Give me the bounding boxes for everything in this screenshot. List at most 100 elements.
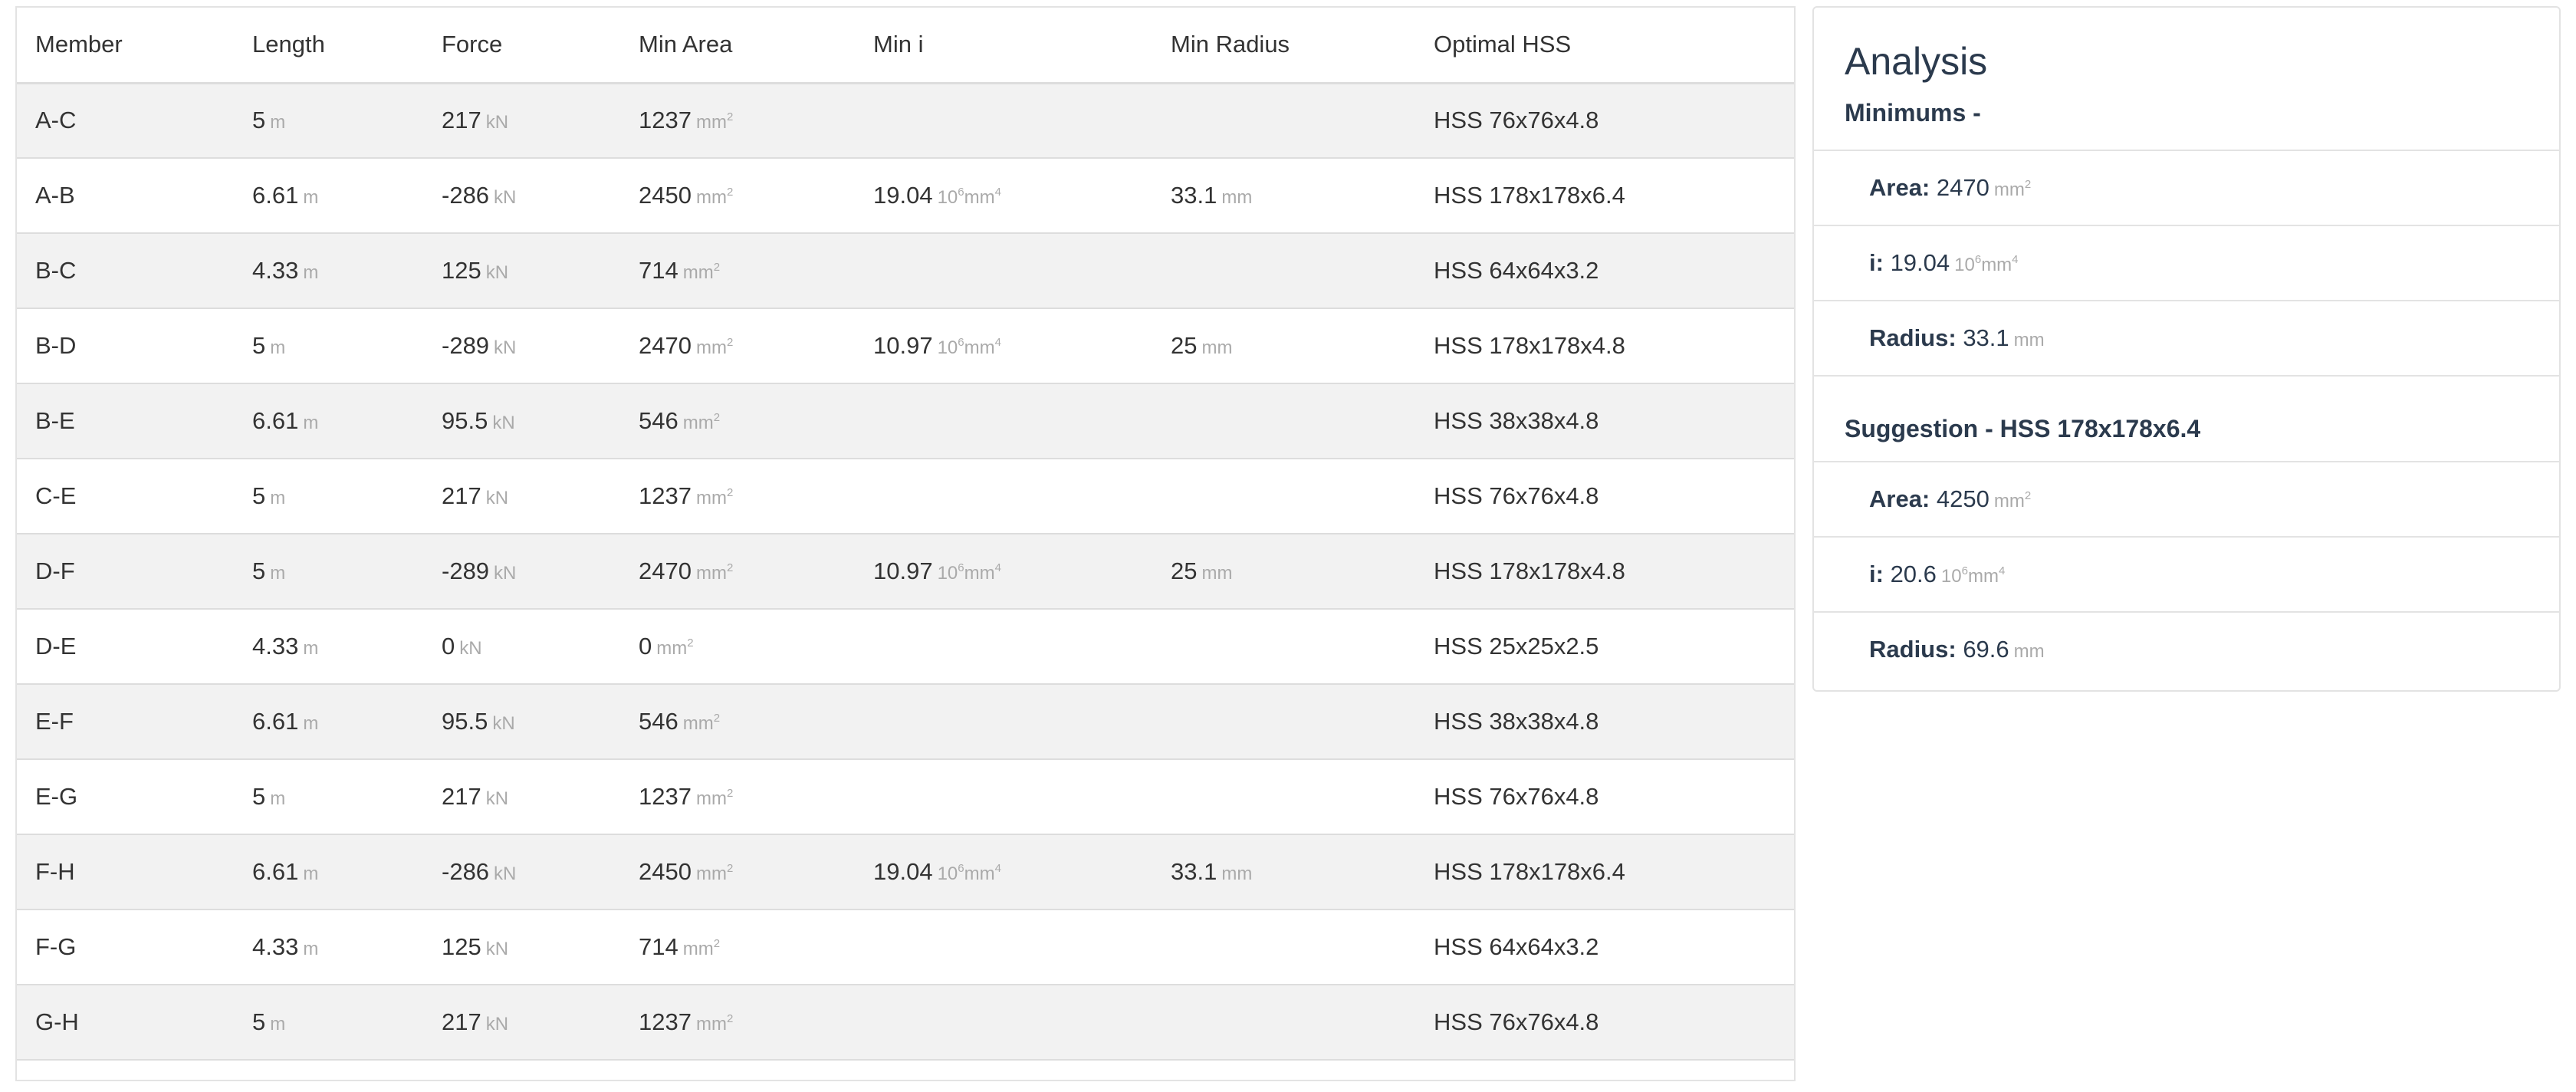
- force-unit: kN: [494, 337, 517, 358]
- cell-length: 6.61 m: [234, 158, 423, 234]
- suggestion-area-row: Area: 4250 mm2: [1814, 462, 2559, 538]
- cell-min-i: 19.04 106mm4: [855, 834, 1152, 910]
- members-table-body: A-C 5 m 217 kN 1237 mm2 HSS 76x76x4.8 A-B 6.61 m -2…: [17, 83, 1794, 1061]
- minimums-heading: Minimums -: [1814, 86, 2559, 151]
- cell-min-area: 1237 mm2: [620, 759, 855, 835]
- header-min-i[interactable]: Min i: [855, 8, 1152, 84]
- analysis-title: Analysis: [1845, 40, 1988, 83]
- cell-min-area: 1237 mm2: [620, 83, 855, 159]
- min-radius-value: 33.1: [1171, 858, 1217, 885]
- cell-length: 6.61 m: [234, 383, 423, 459]
- cell-force: 0 kN: [423, 609, 620, 685]
- cell-length: 6.61 m: [234, 834, 423, 910]
- cell-optimal-hss: HSS 178x178x6.4: [1415, 834, 1794, 910]
- radius-unit: mm: [1221, 863, 1253, 884]
- length-value: 4.33: [252, 633, 299, 659]
- cell-force: -286 kN: [423, 158, 620, 234]
- cell-force: 217 kN: [423, 759, 620, 835]
- min-i-value: 19.04: [873, 858, 933, 885]
- cell-optimal-hss: HSS 76x76x4.8: [1415, 459, 1794, 534]
- length-value: 6.61: [252, 708, 299, 735]
- cell-optimal-hss: HSS 178x178x6.4: [1415, 158, 1794, 234]
- optimal-hss-value: HSS 38x38x4.8: [1434, 708, 1599, 735]
- cell-member: F-H: [17, 834, 234, 910]
- header-min-radius[interactable]: Min Radius: [1152, 8, 1415, 84]
- force-unit: kN: [485, 112, 509, 133]
- cell-min-radius: [1152, 684, 1415, 760]
- length-unit: m: [270, 112, 286, 133]
- length-value: 5: [252, 1008, 266, 1035]
- suggestion-radius-row: Radius: 69.6 mm: [1814, 613, 2559, 688]
- table-row: F-G 4.33 m 125 kN 714 mm2 HSS 64x64x3.2: [17, 909, 1794, 985]
- suggestion-area-unit: mm2: [1993, 489, 2032, 511]
- cell-min-radius: 33.1 mm: [1152, 158, 1415, 234]
- cell-min-area: 1237 mm2: [620, 459, 855, 534]
- optimal-hss-value: HSS 178x178x6.4: [1434, 858, 1625, 885]
- min-area-value: 2450: [639, 858, 692, 885]
- cell-optimal-hss: HSS 178x178x4.8: [1415, 534, 1794, 610]
- suggestion-i-value: 20.6: [1890, 561, 1937, 587]
- minimums-radius-value: 33.1: [1963, 324, 2009, 351]
- cell-force: 95.5 kN: [423, 684, 620, 760]
- force-unit: kN: [485, 939, 509, 959]
- cell-member: C-E: [17, 459, 234, 534]
- cell-force: -289 kN: [423, 534, 620, 610]
- cell-min-radius: [1152, 83, 1415, 159]
- header-force[interactable]: Force: [423, 8, 620, 84]
- min-area-value: 1237: [639, 1008, 692, 1035]
- header-min-area[interactable]: Min Area: [620, 8, 855, 84]
- cell-optimal-hss: HSS 64x64x3.2: [1415, 233, 1794, 309]
- min-radius-value: 25: [1171, 558, 1198, 584]
- min-area-value: 546: [639, 407, 678, 434]
- cell-optimal-hss: HSS 38x38x4.8: [1415, 383, 1794, 459]
- header-optimal-hss[interactable]: Optimal HSS: [1415, 8, 1794, 84]
- header-member[interactable]: Member: [17, 8, 234, 84]
- cell-min-i: [855, 684, 1152, 760]
- force-value: 95.5: [442, 708, 488, 735]
- member-value: F-G: [35, 933, 77, 960]
- cell-min-area: 2450 mm2: [620, 834, 855, 910]
- min-i-value: 10.97: [873, 332, 933, 359]
- length-value: 6.61: [252, 182, 299, 209]
- cell-member: A-B: [17, 158, 234, 234]
- cell-optimal-hss: HSS 76x76x4.8: [1415, 83, 1794, 159]
- minimums-area-row: Area: 2470 mm2: [1814, 151, 2559, 226]
- minimums-i-value: 19.04: [1890, 249, 1950, 276]
- optimal-hss-value: HSS 38x38x4.8: [1434, 407, 1599, 434]
- cell-member: E-G: [17, 759, 234, 835]
- member-value: D-F: [35, 558, 75, 584]
- optimal-hss-value: HSS 64x64x3.2: [1434, 933, 1599, 960]
- force-value: 95.5: [442, 407, 488, 434]
- suggestion-area-label: Area:: [1869, 485, 1930, 512]
- cell-min-i: [855, 759, 1152, 835]
- suggestion-radius-label: Radius:: [1869, 636, 1957, 663]
- cell-force: 217 kN: [423, 83, 620, 159]
- length-unit: m: [270, 563, 286, 584]
- cell-min-i: [855, 233, 1152, 309]
- force-unit: kN: [485, 488, 509, 508]
- members-table: Member Length Force Min Area Min i Min R…: [17, 8, 1794, 1061]
- length-unit: m: [303, 187, 319, 208]
- header-length[interactable]: Length: [234, 8, 423, 84]
- inertia-unit: 106mm4: [937, 862, 1001, 884]
- cell-optimal-hss: HSS 178x178x4.8: [1415, 308, 1794, 384]
- cell-min-i: 10.97 106mm4: [855, 308, 1152, 384]
- cell-min-area: 0 mm2: [620, 609, 855, 685]
- length-unit: m: [270, 788, 286, 809]
- cell-force: 95.5 kN: [423, 383, 620, 459]
- table-row: B-C 4.33 m 125 kN 714 mm2 HSS 64x64x3.2: [17, 233, 1794, 309]
- force-value: 217: [442, 107, 481, 134]
- cell-min-i: [855, 985, 1152, 1061]
- cell-force: 217 kN: [423, 985, 620, 1061]
- min-i-value: 10.97: [873, 558, 933, 584]
- length-value: 4.33: [252, 257, 299, 284]
- cell-min-area: 714 mm2: [620, 909, 855, 985]
- members-table-container: Member Length Force Min Area Min i Min R…: [15, 6, 1796, 1081]
- cell-min-i: [855, 909, 1152, 985]
- force-unit: kN: [485, 262, 509, 283]
- cell-length: 4.33 m: [234, 609, 423, 685]
- cell-min-i: [855, 383, 1152, 459]
- member-value: E-G: [35, 783, 78, 810]
- member-value: B-C: [35, 257, 77, 284]
- cell-member: D-F: [17, 534, 234, 610]
